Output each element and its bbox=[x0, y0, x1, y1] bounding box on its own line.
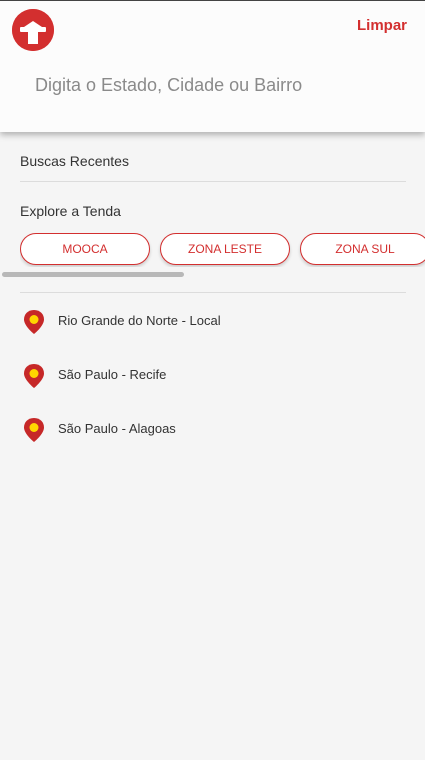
map-pin-icon bbox=[24, 310, 44, 334]
chips-scrollbar[interactable] bbox=[2, 272, 184, 277]
search-results-panel: Buscas Recentes Explore a Tenda MOOCA ZON… bbox=[0, 132, 425, 760]
recent-searches-title: Buscas Recentes bbox=[20, 153, 129, 169]
explore-title: Explore a Tenda bbox=[20, 203, 121, 219]
search-input[interactable] bbox=[35, 67, 395, 103]
map-pin-icon bbox=[24, 418, 44, 442]
chip-mooca[interactable]: MOOCA bbox=[20, 233, 150, 265]
clear-button[interactable]: Limpar bbox=[357, 17, 407, 34]
location-item-sao-paulo-alagoas[interactable]: São Paulo - Alagoas bbox=[22, 415, 402, 445]
divider bbox=[20, 292, 406, 293]
search-header: Limpar bbox=[0, 0, 425, 132]
location-label: Rio Grande do Norte - Local bbox=[58, 313, 221, 328]
divider bbox=[20, 181, 406, 182]
chip-zona-leste[interactable]: ZONA LESTE bbox=[160, 233, 290, 265]
location-label: São Paulo - Recife bbox=[58, 367, 167, 382]
tenda-logo-icon[interactable] bbox=[12, 9, 54, 51]
chip-zona-sul[interactable]: ZONA SUL bbox=[300, 233, 425, 265]
location-label: São Paulo - Alagoas bbox=[58, 421, 176, 436]
location-item-sao-paulo-recife[interactable]: São Paulo - Recife bbox=[22, 361, 402, 391]
map-pin-icon bbox=[24, 364, 44, 388]
explore-chips[interactable]: MOOCA ZONA LESTE ZONA SUL bbox=[20, 233, 425, 267]
location-item-rio-grande-do-norte[interactable]: Rio Grande do Norte - Local bbox=[22, 307, 402, 337]
